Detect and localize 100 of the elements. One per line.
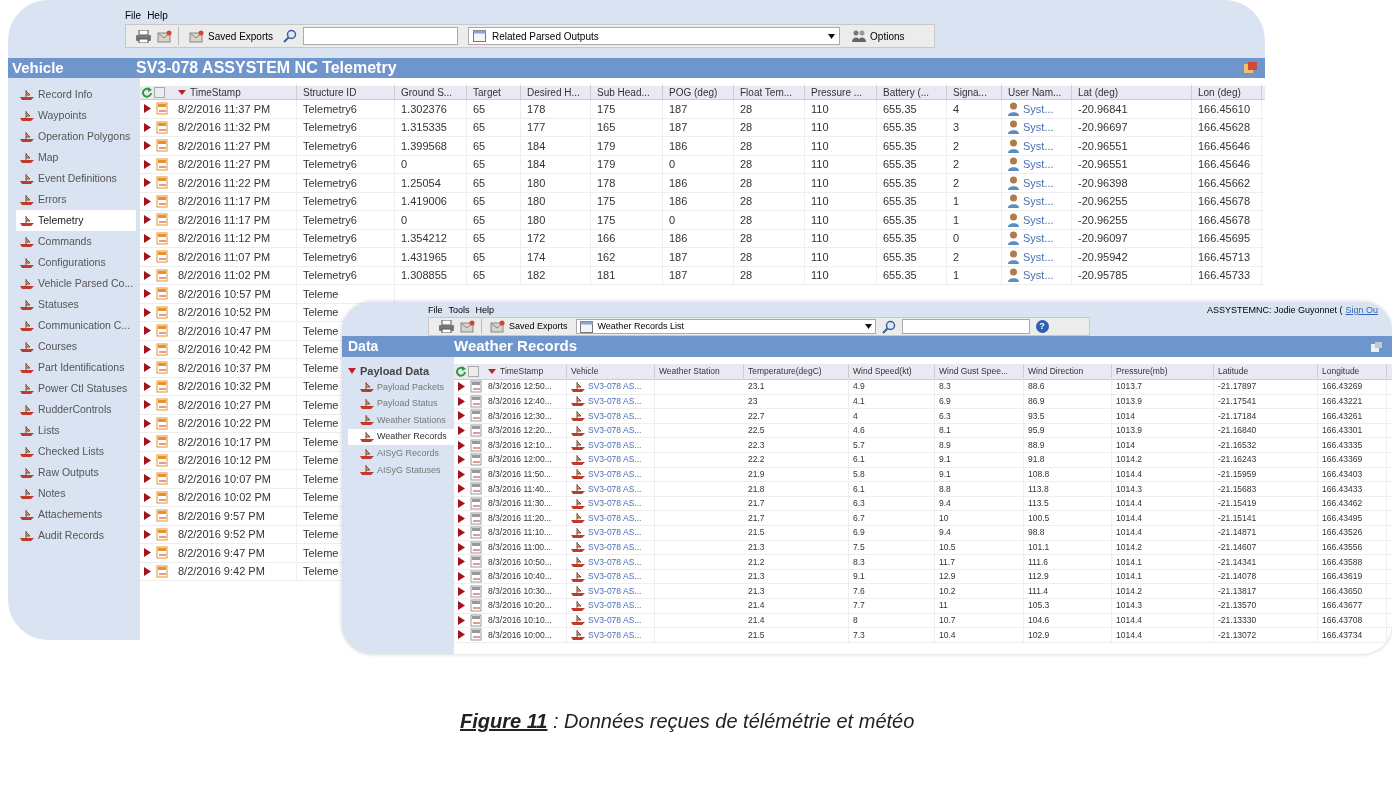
column-header[interactable]: Temperature(degC) xyxy=(748,365,822,378)
sidebar-item[interactable]: Statuses xyxy=(16,294,136,315)
output-dropdown[interactable]: Related Parsed Outputs xyxy=(468,27,841,45)
tree-item[interactable]: Payload Packets xyxy=(348,379,454,396)
column-header[interactable]: Structure ID xyxy=(303,85,357,100)
search-field[interactable] xyxy=(901,319,1030,334)
vehicle-link[interactable]: SV3-078 AS... xyxy=(588,555,642,569)
vehicle-link[interactable]: SV3-078 AS... xyxy=(588,395,642,408)
export-icon[interactable] xyxy=(1371,341,1382,352)
user-link[interactable]: Syst... xyxy=(1023,248,1054,265)
user-link[interactable]: Syst... xyxy=(1023,100,1054,117)
column-header[interactable]: Sub Head... xyxy=(597,85,650,100)
vehicle-link[interactable]: SV3-078 AS... xyxy=(588,570,642,583)
column-header[interactable]: Wind Direction xyxy=(1028,365,1084,378)
sidebar-item[interactable]: Checked Lists xyxy=(16,441,136,462)
sidebar-item[interactable]: Audit Records xyxy=(16,525,136,546)
sidebar-item[interactable]: Communication C... xyxy=(16,315,136,336)
search-icon[interactable] xyxy=(283,29,298,43)
column-header[interactable]: Signa... xyxy=(953,85,987,100)
sidebar-item[interactable]: Record Info xyxy=(16,84,136,105)
vehicle-link[interactable]: SV3-078 AS... xyxy=(588,526,642,540)
vehicle-link[interactable]: SV3-078 AS... xyxy=(588,540,642,554)
column-header[interactable]: Lon (deg) xyxy=(1198,85,1241,100)
sidebar-item[interactable]: Courses xyxy=(16,336,136,357)
menu-item[interactable]: Help xyxy=(147,7,168,23)
column-header[interactable]: Wind Gust Spee... xyxy=(939,365,1008,378)
vehicle-link[interactable]: SV3-078 AS... xyxy=(588,380,642,394)
sidebar-item[interactable]: Raw Outputs xyxy=(16,462,136,483)
menu-item[interactable]: File xyxy=(125,7,142,23)
select-all-checkbox[interactable] xyxy=(468,366,479,377)
search-field[interactable] xyxy=(303,27,459,45)
user-link[interactable]: Syst... xyxy=(1023,156,1054,173)
vehicle-link[interactable]: SV3-078 AS... xyxy=(588,511,642,525)
refresh-icon[interactable] xyxy=(142,87,152,98)
column-header[interactable]: Desired H... xyxy=(527,85,580,100)
search-icon[interactable] xyxy=(881,319,896,334)
sidebar-item[interactable]: Vehicle Parsed Co... xyxy=(16,273,136,294)
sidebar-item[interactable]: Map xyxy=(16,147,136,168)
sidebar-item[interactable]: Operation Polygons xyxy=(16,126,136,147)
tree-item[interactable]: AISyG Records xyxy=(348,445,454,462)
column-header[interactable]: Vehicle xyxy=(571,365,599,378)
user-link[interactable]: Syst... xyxy=(1023,193,1054,210)
vehicle-link[interactable]: SV3-078 AS... xyxy=(588,438,642,452)
user-link[interactable]: Syst... xyxy=(1023,211,1054,228)
sidebar-item[interactable]: Event Definitions xyxy=(16,168,136,189)
sign-out-link[interactable]: Sign Ou xyxy=(1345,303,1378,318)
vehicle-link[interactable]: SV3-078 AS... xyxy=(588,409,642,423)
refresh-icon[interactable] xyxy=(456,366,466,377)
print-icon[interactable] xyxy=(439,320,454,333)
column-header[interactable]: Lat (deg) xyxy=(1078,85,1119,100)
sort-caret-icon[interactable] xyxy=(488,369,496,374)
column-header[interactable]: Wind Speed(kt) xyxy=(853,365,912,378)
vehicle-link[interactable]: SV3-078 AS... xyxy=(588,628,642,642)
sidebar-item[interactable]: Lists xyxy=(16,420,136,441)
vehicle-link[interactable]: SV3-078 AS... xyxy=(588,468,642,481)
saved-exports-button[interactable]: Saved Exports xyxy=(185,26,278,46)
help-button[interactable]: ? xyxy=(1035,320,1049,333)
vehicle-link[interactable]: SV3-078 AS... xyxy=(588,584,642,598)
column-header[interactable]: TimeStamp xyxy=(500,365,544,378)
column-header[interactable]: Battery (... xyxy=(883,85,930,100)
print-icon[interactable] xyxy=(136,29,151,43)
vehicle-link[interactable]: SV3-078 AS... xyxy=(588,497,642,510)
records-dropdown[interactable]: Weather Records List xyxy=(575,319,876,334)
vehicle-link[interactable]: SV3-078 AS... xyxy=(588,482,642,496)
options-button[interactable]: Options xyxy=(846,26,911,46)
column-header[interactable]: Latitude xyxy=(1218,365,1249,378)
sidebar-item[interactable]: RudderControls xyxy=(16,399,136,420)
export-icon[interactable] xyxy=(1244,62,1257,74)
column-header[interactable]: Float Tem... xyxy=(740,85,793,100)
column-header[interactable]: Longitude xyxy=(1322,365,1360,378)
tree-item[interactable]: Weather Stations xyxy=(348,412,454,429)
user-link[interactable]: Syst... xyxy=(1023,137,1054,154)
column-header[interactable]: Pressure(mb) xyxy=(1116,365,1168,378)
user-link[interactable]: Syst... xyxy=(1023,267,1054,284)
vehicle-link[interactable]: SV3-078 AS... xyxy=(588,424,642,437)
column-header[interactable]: Weather Station xyxy=(659,365,720,378)
export-icon[interactable] xyxy=(460,320,475,333)
sidebar-item[interactable]: Commands xyxy=(16,231,136,252)
folder-icon[interactable] xyxy=(490,320,505,333)
sidebar-item[interactable]: Configurations xyxy=(16,252,136,273)
folder-icon[interactable] xyxy=(189,29,204,43)
vehicle-link[interactable]: SV3-078 AS... xyxy=(588,599,642,613)
vehicle-link[interactable]: SV3-078 AS... xyxy=(588,613,642,627)
vehicle-link[interactable]: SV3-078 AS... xyxy=(588,453,642,467)
sidebar-item[interactable]: Notes xyxy=(16,483,136,504)
tree-item[interactable]: Weather Records xyxy=(348,428,454,446)
menu-item[interactable]: Help xyxy=(475,303,495,318)
sidebar-item[interactable]: Power Ctl Statuses xyxy=(16,378,136,399)
sidebar-item[interactable]: Attachements xyxy=(16,504,136,525)
column-header[interactable]: Ground S... xyxy=(401,85,453,100)
sidebar-item[interactable]: Waypoints xyxy=(16,105,136,126)
user-link[interactable]: Syst... xyxy=(1023,230,1054,247)
column-header[interactable]: User Nam... xyxy=(1008,85,1062,100)
tree-item[interactable]: AISyG Statuses xyxy=(348,461,454,479)
column-header[interactable]: POG (deg) xyxy=(669,85,718,100)
sidebar-item[interactable]: Part Identifications xyxy=(16,357,136,378)
column-header[interactable]: TimeStamp xyxy=(190,85,241,100)
sidebar-item[interactable]: Telemetry xyxy=(16,210,136,231)
tree-item[interactable]: Payload Status xyxy=(348,395,454,413)
user-link[interactable]: Syst... xyxy=(1023,119,1054,136)
